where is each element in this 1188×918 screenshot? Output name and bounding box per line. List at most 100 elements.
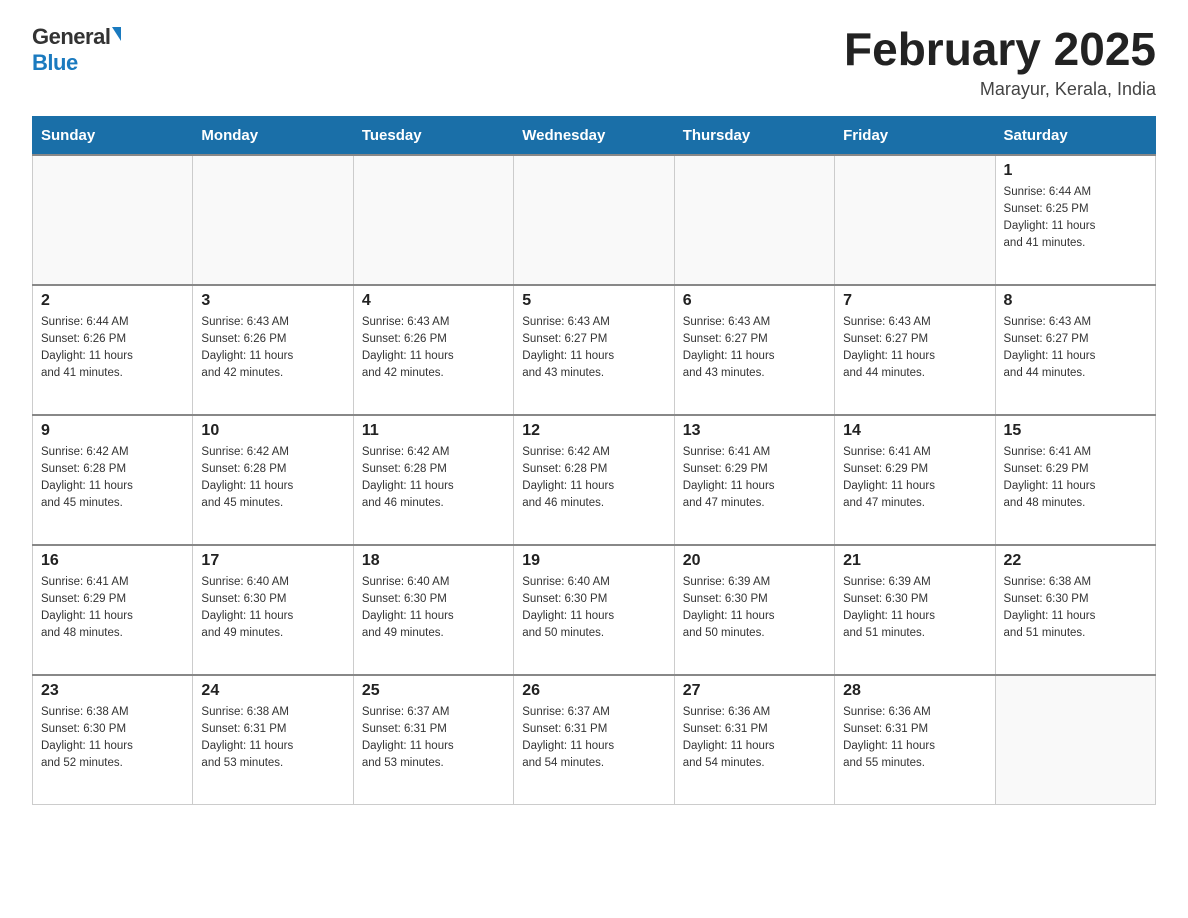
day-number: 23 xyxy=(41,682,184,700)
weekday-header-tuesday: Tuesday xyxy=(353,116,513,155)
page-header: General Blue February 2025 Marayur, Kera… xyxy=(32,24,1156,100)
day-number: 13 xyxy=(683,422,826,440)
weekday-header-friday: Friday xyxy=(835,116,995,155)
weekday-header-wednesday: Wednesday xyxy=(514,116,674,155)
calendar-cell xyxy=(995,675,1155,805)
day-info: Sunrise: 6:37 AM Sunset: 6:31 PM Dayligh… xyxy=(522,704,665,773)
day-number: 2 xyxy=(41,292,184,310)
day-number: 3 xyxy=(201,292,344,310)
day-info: Sunrise: 6:43 AM Sunset: 6:27 PM Dayligh… xyxy=(522,314,665,383)
calendar-cell: 3 Sunrise: 6:43 AM Sunset: 6:26 PM Daylig… xyxy=(193,285,353,415)
logo-arrow-icon xyxy=(112,27,121,41)
calendar-cell: 18 Sunrise: 6:40 AM Sunset: 6:30 PM Dayli… xyxy=(353,545,513,675)
day-info: Sunrise: 6:36 AM Sunset: 6:31 PM Dayligh… xyxy=(843,704,986,773)
day-info: Sunrise: 6:42 AM Sunset: 6:28 PM Dayligh… xyxy=(201,444,344,513)
day-info: Sunrise: 6:38 AM Sunset: 6:30 PM Dayligh… xyxy=(41,704,184,773)
day-info: Sunrise: 6:38 AM Sunset: 6:31 PM Dayligh… xyxy=(201,704,344,773)
calendar-week-1: 2 Sunrise: 6:44 AM Sunset: 6:26 PM Daylig… xyxy=(33,285,1156,415)
calendar-cell: 15Sunrise: 6:41 AM Sunset: 6:29 PM Dayli… xyxy=(995,415,1155,545)
day-number: 22 xyxy=(1004,552,1147,570)
day-info: Sunrise: 6:43 AM Sunset: 6:27 PM Dayligh… xyxy=(843,314,986,383)
calendar-cell: 24 Sunrise: 6:38 AM Sunset: 6:31 PM Dayli… xyxy=(193,675,353,805)
weekday-header-thursday: Thursday xyxy=(674,116,834,155)
calendar-cell: 25 Sunrise: 6:37 AM Sunset: 6:31 PM Dayli… xyxy=(353,675,513,805)
weekday-header-monday: Monday xyxy=(193,116,353,155)
calendar-cell: 19 Sunrise: 6:40 AM Sunset: 6:30 PM Dayli… xyxy=(514,545,674,675)
page-subtitle: Marayur, Kerala, India xyxy=(844,79,1156,100)
day-number: 9 xyxy=(41,422,184,440)
calendar-cell: 26 Sunrise: 6:37 AM Sunset: 6:31 PM Dayli… xyxy=(514,675,674,805)
calendar-cell: 23 Sunrise: 6:38 AM Sunset: 6:30 PM Dayli… xyxy=(33,675,193,805)
calendar-cell: 27Sunrise: 6:36 AM Sunset: 6:31 PM Dayli… xyxy=(674,675,834,805)
calendar-table: SundayMondayTuesdayWednesdayThursdayFrid… xyxy=(32,116,1156,806)
day-number: 24 xyxy=(201,682,344,700)
day-info: Sunrise: 6:43 AM Sunset: 6:26 PM Dayligh… xyxy=(362,314,505,383)
calendar-body: 1Sunrise: 6:44 AM Sunset: 6:25 PM Daylig… xyxy=(33,155,1156,805)
day-info: Sunrise: 6:41 AM Sunset: 6:29 PM Dayligh… xyxy=(41,574,184,643)
day-number: 27 xyxy=(683,682,826,700)
weekday-header-saturday: Saturday xyxy=(995,116,1155,155)
calendar-cell: 16 Sunrise: 6:41 AM Sunset: 6:29 PM Dayli… xyxy=(33,545,193,675)
day-info: Sunrise: 6:42 AM Sunset: 6:28 PM Dayligh… xyxy=(362,444,505,513)
day-info: Sunrise: 6:40 AM Sunset: 6:30 PM Dayligh… xyxy=(362,574,505,643)
calendar-cell: 21 Sunrise: 6:39 AM Sunset: 6:30 PM Dayli… xyxy=(835,545,995,675)
day-info: Sunrise: 6:44 AM Sunset: 6:25 PM Dayligh… xyxy=(1004,184,1147,253)
day-number: 8 xyxy=(1004,292,1147,310)
day-info: Sunrise: 6:39 AM Sunset: 6:30 PM Dayligh… xyxy=(843,574,986,643)
day-info: Sunrise: 6:42 AM Sunset: 6:28 PM Dayligh… xyxy=(522,444,665,513)
calendar-cell xyxy=(514,155,674,285)
day-number: 20 xyxy=(683,552,826,570)
day-info: Sunrise: 6:37 AM Sunset: 6:31 PM Dayligh… xyxy=(362,704,505,773)
calendar-week-2: 9 Sunrise: 6:42 AM Sunset: 6:28 PM Daylig… xyxy=(33,415,1156,545)
header-row: SundayMondayTuesdayWednesdayThursdayFrid… xyxy=(33,116,1156,155)
calendar-cell xyxy=(835,155,995,285)
calendar-cell: 6Sunrise: 6:43 AM Sunset: 6:27 PM Daylig… xyxy=(674,285,834,415)
calendar-cell: 17 Sunrise: 6:40 AM Sunset: 6:30 PM Dayli… xyxy=(193,545,353,675)
calendar-cell xyxy=(193,155,353,285)
day-info: Sunrise: 6:40 AM Sunset: 6:30 PM Dayligh… xyxy=(522,574,665,643)
day-info: Sunrise: 6:40 AM Sunset: 6:30 PM Dayligh… xyxy=(201,574,344,643)
calendar-cell: 14 Sunrise: 6:41 AM Sunset: 6:29 PM Dayli… xyxy=(835,415,995,545)
calendar-cell: 2 Sunrise: 6:44 AM Sunset: 6:26 PM Daylig… xyxy=(33,285,193,415)
day-info: Sunrise: 6:41 AM Sunset: 6:29 PM Dayligh… xyxy=(843,444,986,513)
calendar-cell: 9 Sunrise: 6:42 AM Sunset: 6:28 PM Daylig… xyxy=(33,415,193,545)
calendar-cell: 11 Sunrise: 6:42 AM Sunset: 6:28 PM Dayli… xyxy=(353,415,513,545)
calendar-cell: 13Sunrise: 6:41 AM Sunset: 6:29 PM Dayli… xyxy=(674,415,834,545)
page-title: February 2025 xyxy=(844,24,1156,75)
day-number: 16 xyxy=(41,552,184,570)
calendar-cell xyxy=(353,155,513,285)
day-info: Sunrise: 6:42 AM Sunset: 6:28 PM Dayligh… xyxy=(41,444,184,513)
calendar-cell: 28Sunrise: 6:36 AM Sunset: 6:31 PM Dayli… xyxy=(835,675,995,805)
day-number: 18 xyxy=(362,552,505,570)
day-number: 11 xyxy=(362,422,505,440)
day-info: Sunrise: 6:44 AM Sunset: 6:26 PM Dayligh… xyxy=(41,314,184,383)
day-info: Sunrise: 6:43 AM Sunset: 6:27 PM Dayligh… xyxy=(1004,314,1147,383)
calendar-cell: 20 Sunrise: 6:39 AM Sunset: 6:30 PM Dayli… xyxy=(674,545,834,675)
day-number: 26 xyxy=(522,682,665,700)
day-number: 25 xyxy=(362,682,505,700)
calendar-cell: 8 Sunrise: 6:43 AM Sunset: 6:27 PM Daylig… xyxy=(995,285,1155,415)
calendar-cell: 1Sunrise: 6:44 AM Sunset: 6:25 PM Daylig… xyxy=(995,155,1155,285)
calendar-cell: 5 Sunrise: 6:43 AM Sunset: 6:27 PM Daylig… xyxy=(514,285,674,415)
calendar-cell: 7 Sunrise: 6:43 AM Sunset: 6:27 PM Daylig… xyxy=(835,285,995,415)
logo-general-text: General xyxy=(32,24,110,50)
calendar-header: SundayMondayTuesdayWednesdayThursdayFrid… xyxy=(33,116,1156,155)
day-number: 10 xyxy=(201,422,344,440)
day-info: Sunrise: 6:43 AM Sunset: 6:26 PM Dayligh… xyxy=(201,314,344,383)
day-number: 19 xyxy=(522,552,665,570)
calendar-cell xyxy=(33,155,193,285)
day-info: Sunrise: 6:39 AM Sunset: 6:30 PM Dayligh… xyxy=(683,574,826,643)
day-number: 5 xyxy=(522,292,665,310)
weekday-header-sunday: Sunday xyxy=(33,116,193,155)
calendar-week-3: 16 Sunrise: 6:41 AM Sunset: 6:29 PM Dayli… xyxy=(33,545,1156,675)
day-number: 21 xyxy=(843,552,986,570)
day-number: 17 xyxy=(201,552,344,570)
day-number: 4 xyxy=(362,292,505,310)
day-number: 14 xyxy=(843,422,986,440)
day-number: 7 xyxy=(843,292,986,310)
calendar-cell: 22Sunrise: 6:38 AM Sunset: 6:30 PM Dayli… xyxy=(995,545,1155,675)
title-block: February 2025 Marayur, Kerala, India xyxy=(844,24,1156,100)
calendar-cell: 4 Sunrise: 6:43 AM Sunset: 6:26 PM Daylig… xyxy=(353,285,513,415)
calendar-week-4: 23 Sunrise: 6:38 AM Sunset: 6:30 PM Dayli… xyxy=(33,675,1156,805)
logo-blue-text: Blue xyxy=(32,50,78,76)
